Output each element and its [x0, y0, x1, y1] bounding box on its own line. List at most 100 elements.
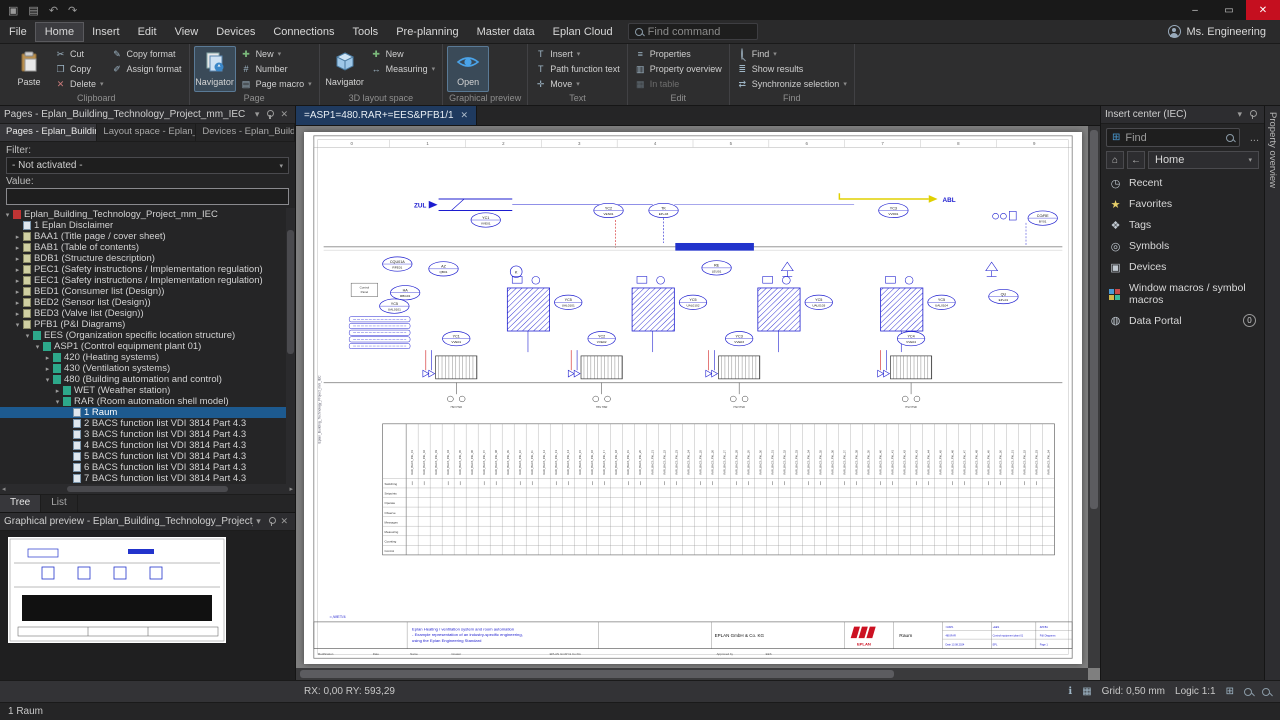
tab-list[interactable]: List	[41, 495, 78, 512]
breadcrumb[interactable]: Home ▾	[1148, 151, 1259, 169]
filter-dropdown[interactable]: - Not activated - ▾	[6, 157, 289, 174]
tree-item[interactable]: 7 BACS function list VDI 3814 Part 4.3	[0, 473, 295, 484]
navigator-button[interactable]: Navigator	[324, 46, 366, 92]
tree-item[interactable]: ▸BAA1 (Title page / cover sheet)	[0, 231, 295, 242]
tree-item[interactable]: ▾EES (Organization specific location str…	[0, 330, 295, 341]
app1-icon[interactable]: ▣	[8, 4, 18, 17]
drawing-canvas[interactable]: 0123456789Eplan_Building_Technology_Proj…	[296, 126, 1100, 680]
panel-tab-1[interactable]: Layout space - Eplan_Bu...	[97, 124, 196, 141]
chevron-down-icon[interactable]: ▾	[1234, 109, 1245, 120]
page-macro-button[interactable]: ▤Page macro▾	[238, 77, 315, 91]
new-button[interactable]: ✚New▾	[238, 47, 315, 61]
tree-item[interactable]: ▾480 (Building automation and control)	[0, 374, 295, 385]
tree-item[interactable]: 2 BACS function list VDI 3814 Part 4.3	[0, 418, 295, 429]
navigator-button[interactable]: Navigator	[194, 46, 236, 92]
close-icon[interactable]: ✕	[277, 109, 291, 120]
tree-item[interactable]: ▾RAR (Room automation shell model)	[0, 396, 295, 407]
tree-item[interactable]: ▾Eplan_Building_Technology_Project_mm_IE…	[0, 209, 295, 220]
in-table-button[interactable]: ▦In table	[632, 77, 725, 91]
home-icon[interactable]: ⌂	[1106, 151, 1124, 169]
pin-icon[interactable]	[1248, 110, 1257, 119]
app3-icon[interactable]: ↶	[49, 4, 58, 17]
tree-item[interactable]: ▾ASP1 (Control equipment plant 01)	[0, 341, 295, 352]
insert-item-favorites[interactable]: ★Favorites	[1101, 194, 1264, 215]
properties-button[interactable]: ≡Properties	[632, 47, 725, 61]
delete-button[interactable]: ✕Delete▾	[52, 77, 107, 91]
cut-button[interactable]: ✂Cut	[52, 47, 107, 61]
logic-setting[interactable]: Logic 1:1	[1175, 686, 1216, 697]
back-icon[interactable]: ←	[1127, 151, 1145, 169]
copy-button[interactable]: ❐Copy	[52, 62, 107, 76]
menu-tab-master-data[interactable]: Master data	[468, 23, 544, 41]
tree-item[interactable]: ▸BED1 (Consumer list (Design))	[0, 286, 295, 297]
menu-tab-insert[interactable]: Insert	[83, 23, 129, 41]
tree-item[interactable]: ▾PFB1 (P&I Diagrams)	[0, 319, 295, 330]
app2-icon[interactable]: ▤	[28, 4, 38, 17]
assign-format-button[interactable]: ✐Assign format	[109, 62, 185, 76]
pin-icon[interactable]	[267, 517, 275, 526]
tree-item[interactable]: ▸430 (Ventilation systems)	[0, 363, 295, 374]
tree-item[interactable]: ▸BAB1 (Table of contents)	[0, 242, 295, 253]
menu-tab-file[interactable]: File	[0, 23, 36, 41]
menu-tab-view[interactable]: View	[166, 23, 208, 41]
insert-button[interactable]: TInsert▾	[532, 47, 623, 61]
new-button[interactable]: ✚New	[368, 47, 439, 61]
menu-tab-home[interactable]: Home	[36, 23, 83, 41]
tree-horizontal-scrollbar[interactable]: ◂▸	[0, 484, 295, 494]
canvas-vertical-scrollbar[interactable]	[1088, 126, 1100, 668]
measuring-button[interactable]: ↔Measuring▾	[368, 62, 439, 76]
menu-tab-eplan-cloud[interactable]: Eplan Cloud	[544, 23, 622, 41]
synchronize-selection-button[interactable]: ⇄Synchronize selection▾	[734, 77, 850, 91]
show-results-button[interactable]: ≣Show results	[734, 62, 850, 76]
tree-item[interactable]: 6 BACS function list VDI 3814 Part 4.3	[0, 462, 295, 473]
tree-item[interactable]: ▸PEC1 (Safety instructions / Implementat…	[0, 264, 295, 275]
insert-item-recent[interactable]: ◷Recent	[1101, 173, 1264, 194]
app4-icon[interactable]: ↷	[68, 4, 77, 17]
insert-item-window-macros-symbol-macros[interactable]: Window macros / symbol macros	[1101, 278, 1264, 310]
paste-button[interactable]: Paste	[8, 46, 50, 92]
grid-setting[interactable]: Grid: 0,50 mm	[1102, 686, 1165, 697]
canvas-horizontal-scrollbar[interactable]	[296, 668, 1088, 680]
tree-item[interactable]: ▸BED3 (Valve list (Design))	[0, 308, 295, 319]
chevron-down-icon[interactable]: ▾	[253, 516, 264, 527]
close-icon[interactable]: ✕	[461, 110, 469, 121]
find-command-box[interactable]: Find command	[628, 23, 758, 40]
move-button[interactable]: ✛Move▾	[532, 77, 623, 91]
menu-tab-pre-planning[interactable]: Pre-planning	[387, 23, 467, 41]
zoom-window-icon[interactable]	[1262, 688, 1270, 696]
tree-item[interactable]: ▸EEC1 (Safety instructions / Implementat…	[0, 275, 295, 286]
menu-tab-tools[interactable]: Tools	[344, 23, 388, 41]
open-button[interactable]: Open	[447, 46, 489, 92]
tree-item[interactable]: ▸BDB1 (Structure description)	[0, 253, 295, 264]
insert-center-find-input[interactable]: ⊞ Find	[1106, 128, 1240, 147]
panel-tab-2[interactable]: Devices - Eplan_Building...	[196, 124, 295, 141]
tree-item[interactable]: 1 Eplan Disclaimer	[0, 220, 295, 231]
insert-item-tags[interactable]: ❖Tags	[1101, 215, 1264, 236]
tree-item[interactable]: 3 BACS function list VDI 3814 Part 4.3	[0, 429, 295, 440]
tree-item[interactable]: ▸WET (Weather station)	[0, 385, 295, 396]
insert-item-symbols[interactable]: ◎Symbols	[1101, 236, 1264, 257]
close-icon[interactable]: ✕	[277, 516, 291, 527]
value-input[interactable]	[6, 188, 289, 205]
pin-icon[interactable]	[265, 110, 274, 119]
grid-toggle-icon[interactable]: ▦	[1082, 686, 1091, 697]
find-button[interactable]: Find▾	[734, 47, 850, 61]
more-button[interactable]: ...	[1245, 132, 1264, 144]
property-overview-button[interactable]: ▥Property overview	[632, 62, 725, 76]
insert-item-data-portal[interactable]: ◍Data Portal0	[1101, 310, 1264, 331]
tree-item[interactable]: 5 BACS function list VDI 3814 Part 4.3	[0, 451, 295, 462]
zoom-in-icon[interactable]	[1244, 688, 1252, 696]
menu-tab-devices[interactable]: Devices	[207, 23, 264, 41]
drawing-sheet[interactable]: 0123456789Eplan_Building_Technology_Proj…	[304, 132, 1082, 664]
tab-property-overview[interactable]: Property overview	[1267, 112, 1278, 188]
menu-tab-connections[interactable]: Connections	[264, 23, 343, 41]
tree-item[interactable]: ▸BED2 (Sensor list (Design))	[0, 297, 295, 308]
tree-item[interactable]: 1 Raum	[0, 407, 295, 418]
user-account[interactable]: Ms. Engineering	[1168, 25, 1280, 38]
tree-item[interactable]: ▸420 (Heating systems)	[0, 352, 295, 363]
number-button[interactable]: #Number	[238, 62, 315, 76]
info-icon[interactable]: ℹ	[1068, 686, 1072, 697]
layers-icon[interactable]: ⊞	[1226, 686, 1234, 697]
path-function-text-button[interactable]: TPath function text	[532, 62, 623, 76]
editor-tab[interactable]: =ASP1=480.RAR+=EES&PFB1/1 ✕	[296, 106, 477, 125]
